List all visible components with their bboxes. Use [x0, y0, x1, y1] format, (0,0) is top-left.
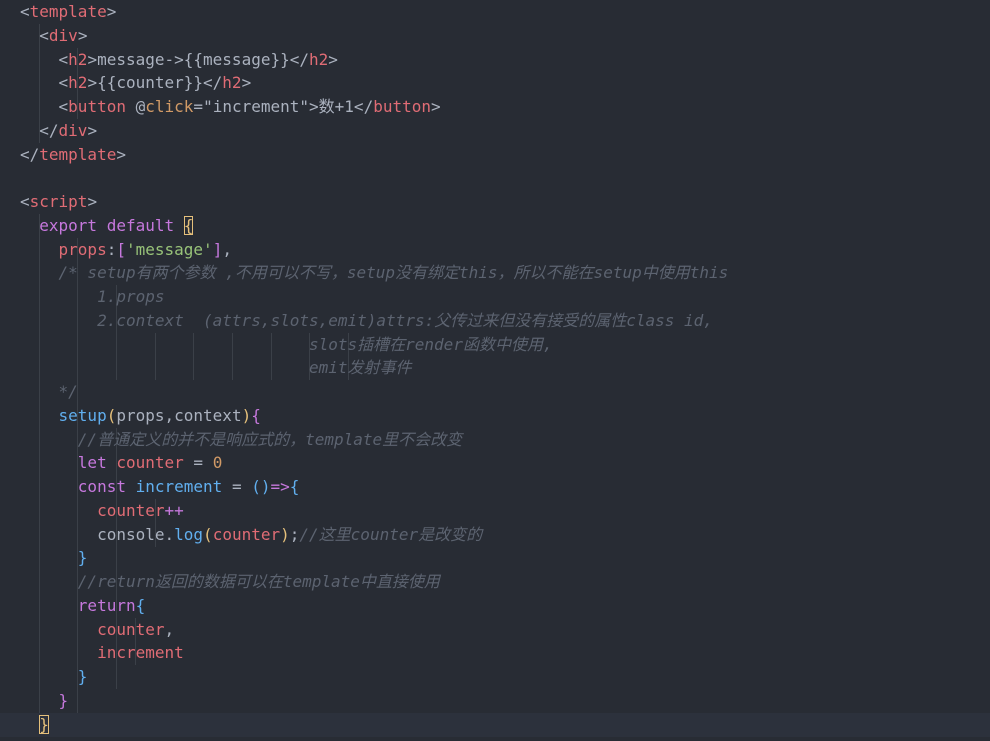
- code-text: //return返回的数据可以在template中直接使用: [77, 572, 440, 591]
- script-open-line[interactable]: <script>: [0, 190, 990, 214]
- return-line[interactable]: return{: [0, 593, 990, 618]
- code-text: }: [77, 548, 88, 568]
- code-line[interactable]: console.log(counter);//这里counter是改变的: [0, 522, 990, 547]
- code-text: emit发射事件: [308, 358, 412, 378]
- code-text: //普通定义的并不是响应式的，template里不会改变: [77, 429, 463, 449]
- code-text: props:['message'],: [58, 239, 232, 259]
- code-line[interactable]: /* setup有两个参数 ,不用可以不写，setup没有绑定this，所以不能…: [0, 261, 990, 286]
- code-text: counter++: [97, 500, 184, 520]
- indent-guide: [77, 688, 78, 713]
- code-text: return{: [77, 595, 146, 615]
- export-default-line[interactable]: export default {: [0, 213, 990, 238]
- code-text: <script>: [20, 192, 98, 211]
- code-line[interactable]: }: [0, 546, 990, 571]
- code-line[interactable]: */: [0, 380, 990, 404]
- code-line[interactable]: <h2>message->{{message}}</h2>: [0, 47, 990, 72]
- code-line[interactable]: counter++: [0, 498, 990, 523]
- setup-line[interactable]: setup(props,context){: [0, 403, 990, 428]
- code-text: /* setup有两个参数 ,不用可以不写，setup没有绑定this，所以不能…: [58, 263, 729, 283]
- code-text: }: [39, 714, 49, 734]
- code-text: <h2>message->{{message}}</h2>: [58, 49, 338, 69]
- code-line[interactable]: increment: [0, 641, 990, 666]
- code-text: <template>: [20, 2, 117, 21]
- code-text: <button @click="increment">数+1</button>: [58, 97, 441, 116]
- code-line[interactable]: 2.context (attrs,slots,emit)attrs:父传过来但没…: [0, 308, 990, 333]
- template-open-line[interactable]: <template>: [0, 0, 990, 24]
- code-text: }: [58, 690, 69, 710]
- code-text: */: [58, 382, 78, 401]
- code-text: 2.context (attrs,slots,emit)attrs:父传过来但没…: [97, 310, 713, 330]
- code-line[interactable]: const increment = ()=>{: [0, 475, 990, 499]
- code-line[interactable]: 1.props: [0, 285, 990, 309]
- code-line[interactable]: <h2>{{counter}}</h2>: [0, 71, 990, 96]
- code-line[interactable]: let counter = 0: [0, 451, 990, 476]
- code-line[interactable]: props:['message'],: [0, 237, 990, 262]
- code-line[interactable]: </template>: [0, 143, 990, 167]
- code-text: console.log(counter);//这里counter是改变的: [97, 524, 483, 544]
- code-text: slots插槽在render函数中使用,: [308, 334, 553, 354]
- code-line[interactable]: slots插槽在render函数中使用,: [0, 332, 990, 357]
- code-line[interactable]: [0, 166, 990, 190]
- code-line[interactable]: }: [0, 688, 990, 713]
- code-text: </template>: [20, 144, 126, 164]
- code-text: let counter = 0: [77, 453, 223, 473]
- code-text: increment: [97, 643, 184, 663]
- code-text: export default {: [39, 215, 194, 235]
- code-text: <h2>{{counter}}</h2>: [58, 73, 252, 93]
- indent-guide: [116, 546, 117, 571]
- code-line[interactable]: //普通定义的并不是响应式的，template里不会改变: [0, 427, 990, 452]
- code-line[interactable]: }: [0, 665, 990, 689]
- code-line[interactable]: //return返回的数据可以在template中直接使用: [0, 570, 990, 594]
- code-line[interactable]: </div>: [0, 118, 990, 143]
- code-text: const increment = ()=>{: [77, 477, 300, 496]
- indent-guide: [116, 665, 117, 689]
- code-text: 1.props: [97, 287, 165, 306]
- code-line[interactable]: counter,: [0, 617, 990, 642]
- code-line[interactable]: <div>: [0, 23, 990, 48]
- code-text: counter,: [97, 619, 175, 639]
- code-line[interactable]: }: [0, 712, 990, 737]
- code-text: }: [77, 667, 88, 686]
- code-text: <div>: [39, 25, 88, 45]
- code-text: </div>: [39, 120, 98, 140]
- code-text: setup(props,context){: [58, 405, 261, 425]
- code-line[interactable]: <button @click="increment">数+1</button>: [0, 95, 990, 119]
- code-editor[interactable]: <template> <div> <h2>message->{{message}…: [0, 0, 990, 741]
- code-line[interactable]: emit发射事件: [0, 356, 990, 381]
